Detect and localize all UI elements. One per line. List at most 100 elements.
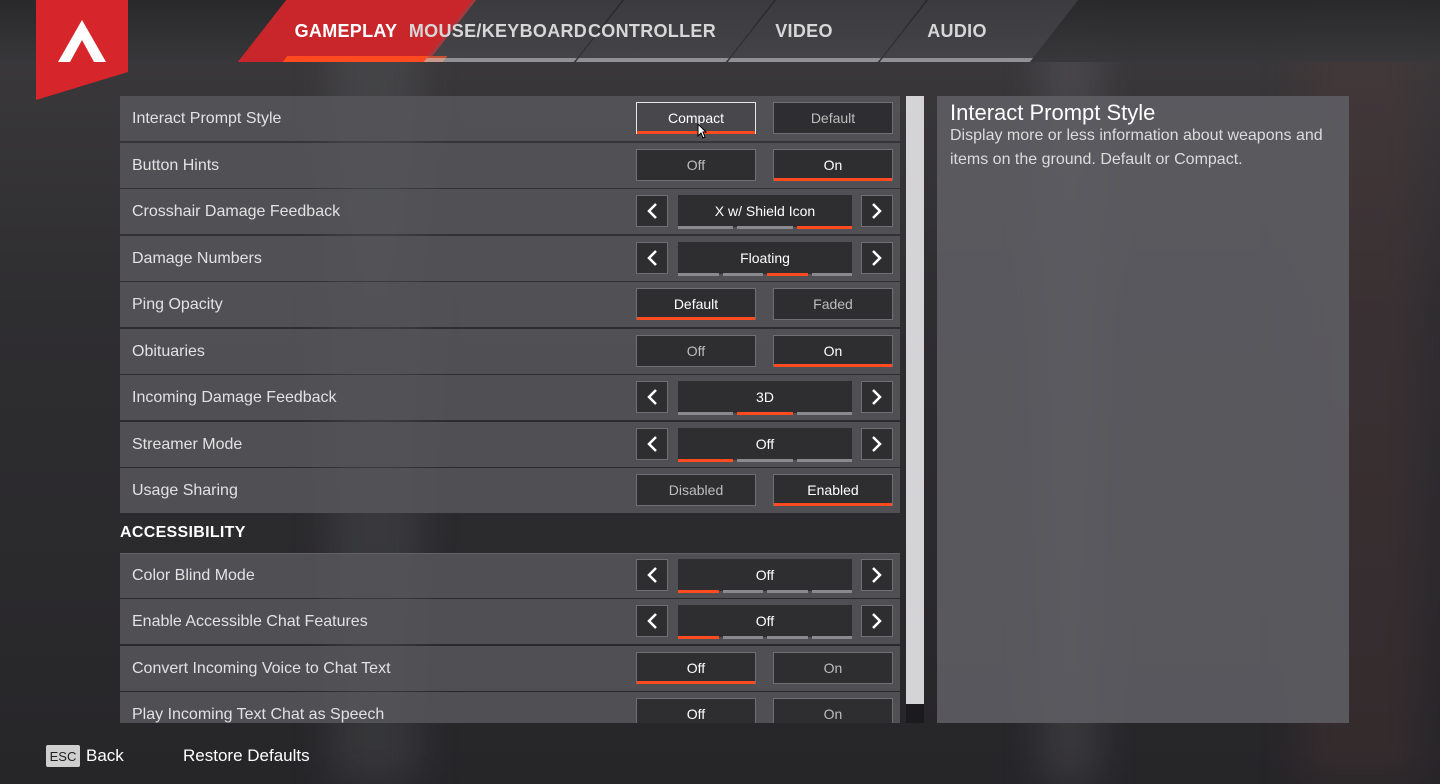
option-on-button[interactable]: On: [773, 335, 893, 367]
chevron-left-icon[interactable]: [636, 381, 668, 413]
stepper-value: Off: [755, 613, 775, 629]
setting-row-voice-to-chat-text: Convert Incoming Voice to Chat Text Off …: [120, 646, 900, 691]
setting-label: Play Incoming Text Chat as Speech: [132, 706, 385, 723]
pip: [678, 273, 719, 276]
pip: [737, 226, 793, 229]
setting-label: Enable Accessible Chat Features: [132, 613, 368, 630]
option-on-button[interactable]: On: [773, 149, 893, 181]
pip: [678, 226, 734, 229]
stepper-value: X w/ Shield Icon: [714, 203, 816, 219]
tab-mouse-keyboard[interactable]: MOUSE/KEYBOARD: [409, 0, 587, 62]
pip-active: [678, 459, 734, 462]
setting-row-interact-prompt-style: Interact Prompt Style Compact Default: [120, 96, 900, 141]
value-stepper: Off: [678, 428, 852, 462]
setting-row-text-chat-as-speech: Play Incoming Text Chat as Speech Off On: [120, 692, 900, 723]
tab-gameplay[interactable]: GAMEPLAY: [286, 0, 406, 62]
chevron-left-icon[interactable]: [636, 195, 668, 227]
tab-audio[interactable]: AUDIO: [912, 0, 1002, 62]
section-title: ACCESSIBILITY: [120, 524, 246, 541]
stepper-pips: [678, 590, 852, 593]
settings-panel: Interact Prompt Style Compact Default Bu…: [120, 96, 900, 723]
stepper-pips: [678, 273, 852, 276]
mouse-cursor-icon: [697, 122, 708, 144]
section-header-accessibility: ACCESSIBILITY: [120, 514, 900, 554]
option-on-button[interactable]: On: [773, 652, 893, 684]
stepper-pips: [678, 226, 852, 229]
setting-label: Obituaries: [132, 343, 205, 360]
stepper-value: Floating: [740, 250, 790, 266]
option-default-button[interactable]: Default: [636, 288, 756, 320]
setting-row-damage-numbers: Damage Numbers Floating: [120, 236, 900, 281]
pip: [811, 273, 852, 276]
setting-label: Usage Sharing: [132, 482, 238, 499]
setting-label: Color Blind Mode: [132, 567, 255, 584]
setting-row-incoming-damage-feedback: Incoming Damage Feedback 3D: [120, 375, 900, 420]
option-default-button[interactable]: Default: [773, 102, 893, 134]
pip: [811, 636, 852, 639]
setting-row-ping-opacity: Ping Opacity Default Faded: [120, 282, 900, 327]
restore-defaults-button[interactable]: Restore Defaults: [183, 746, 310, 766]
stepper-value: Off: [755, 567, 775, 583]
pip: [767, 590, 808, 593]
option-disabled-button[interactable]: Disabled: [636, 474, 756, 506]
value-stepper: 3D: [678, 381, 852, 415]
option-compact-button[interactable]: Compact: [636, 102, 756, 134]
description-panel: Interact Prompt Style Display more or le…: [937, 96, 1349, 723]
tab-video[interactable]: VIDEO: [760, 0, 848, 62]
stepper-value: 3D: [756, 389, 774, 405]
chevron-right-icon[interactable]: [861, 195, 893, 227]
pip: [722, 590, 763, 593]
option-off-button[interactable]: Off: [636, 698, 756, 723]
setting-label: Convert Incoming Voice to Chat Text: [132, 660, 391, 677]
setting-label: Crosshair Damage Feedback: [132, 203, 341, 220]
option-off-button[interactable]: Off: [636, 149, 756, 181]
setting-label: Button Hints: [132, 157, 220, 174]
chevron-left-icon[interactable]: [636, 559, 668, 591]
setting-row-crosshair-damage-feedback: Crosshair Damage Feedback X w/ Shield Ic…: [120, 189, 900, 234]
pip-active: [678, 590, 719, 593]
setting-label: Interact Prompt Style: [132, 110, 282, 127]
top-nav-bar: GAMEPLAY MOUSE/KEYBOARD CONTROLLER VIDEO…: [0, 0, 1440, 62]
chevron-right-icon[interactable]: [861, 428, 893, 460]
stepper-pips: [678, 636, 852, 639]
setting-row-color-blind-mode: Color Blind Mode Off: [120, 553, 900, 598]
esc-key-icon[interactable]: ESC: [46, 745, 80, 767]
pip: [796, 459, 852, 462]
setting-row-obituaries: Obituaries Off On: [120, 329, 900, 374]
tab-controller[interactable]: CONTROLLER: [588, 0, 716, 62]
chevron-left-icon[interactable]: [636, 605, 668, 637]
option-off-button[interactable]: Off: [636, 652, 756, 684]
pip-active: [737, 412, 793, 415]
value-stepper: Floating: [678, 242, 852, 276]
setting-label: Ping Opacity: [132, 296, 223, 313]
stepper-pips: [678, 412, 852, 415]
pip-active: [767, 273, 808, 276]
setting-row-streamer-mode: Streamer Mode Off: [120, 422, 900, 467]
option-off-button[interactable]: Off: [636, 335, 756, 367]
pip-active: [796, 226, 852, 229]
chevron-right-icon[interactable]: [861, 605, 893, 637]
scrollbar-thumb[interactable]: [906, 96, 924, 704]
pip: [678, 412, 734, 415]
chevron-left-icon[interactable]: [636, 428, 668, 460]
option-enabled-button[interactable]: Enabled: [773, 474, 893, 506]
pip: [767, 636, 808, 639]
setting-label: Incoming Damage Feedback: [132, 389, 337, 406]
chevron-right-icon[interactable]: [861, 242, 893, 274]
description-body: Display more or less information about w…: [950, 127, 1323, 168]
setting-row-accessible-chat-features: Enable Accessible Chat Features Off: [120, 599, 900, 644]
setting-row-button-hints: Button Hints Off On: [120, 143, 900, 188]
option-faded-button[interactable]: Faded: [773, 288, 893, 320]
chevron-right-icon[interactable]: [861, 559, 893, 591]
scrollbar[interactable]: [906, 96, 924, 723]
stepper-pips: [678, 459, 852, 462]
apex-logo-icon: [36, 0, 128, 100]
option-on-button[interactable]: On: [773, 698, 893, 723]
value-stepper: Off: [678, 605, 852, 639]
pip: [811, 590, 852, 593]
chevron-right-icon[interactable]: [861, 381, 893, 413]
back-button[interactable]: Back: [86, 746, 124, 766]
pip-active: [678, 636, 719, 639]
setting-label: Streamer Mode: [132, 436, 243, 453]
chevron-left-icon[interactable]: [636, 242, 668, 274]
